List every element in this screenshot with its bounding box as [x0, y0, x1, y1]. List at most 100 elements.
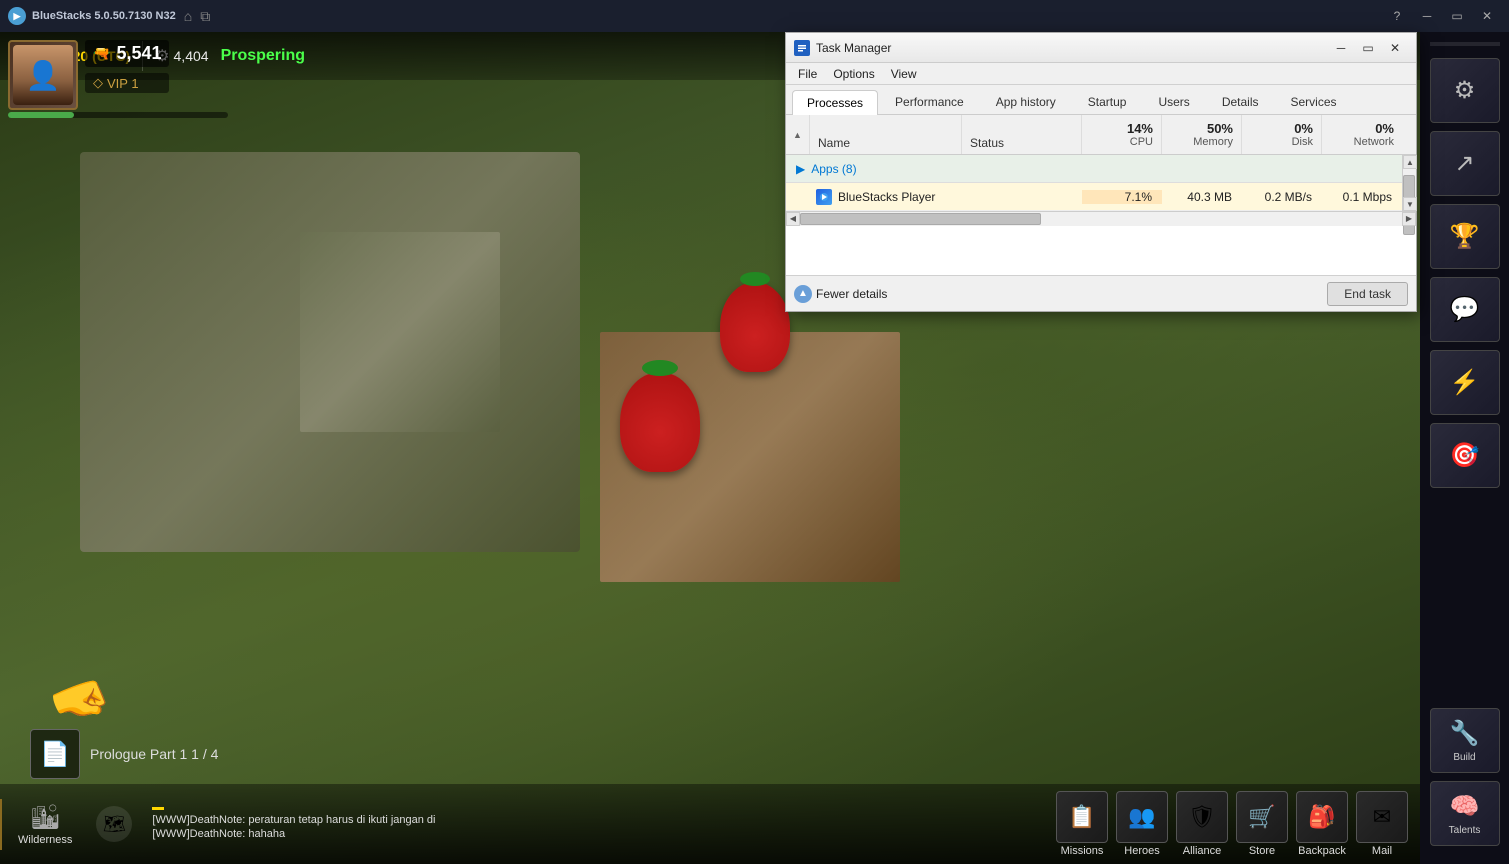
- help-button[interactable]: ?: [1383, 2, 1411, 30]
- backpack-label: Backpack: [1298, 845, 1346, 857]
- tab-app-history[interactable]: App history: [981, 89, 1071, 114]
- tm-vertical-scrollbar[interactable]: ▲ ▼: [1402, 155, 1416, 211]
- fewer-details-button[interactable]: ▲ Fewer details: [794, 285, 887, 303]
- tomato-marker-1: [720, 282, 790, 372]
- sidebar-trophy-button[interactable]: 🏆: [1430, 204, 1500, 269]
- tm-minimize-button[interactable]: ─: [1328, 37, 1354, 59]
- tm-footer: ▲ Fewer details End task: [786, 275, 1416, 311]
- chat-message-2: [WWW]DeathNote: hahaha: [152, 828, 1044, 840]
- vip-label: VIP 1: [107, 76, 139, 91]
- sidebar-chat-button[interactable]: 💬: [1430, 277, 1500, 342]
- map-button[interactable]: 🗺: [96, 806, 132, 842]
- h-scroll-right-button[interactable]: ▶: [1402, 212, 1416, 226]
- share-icon: ↗: [1454, 149, 1474, 178]
- maximize-button[interactable]: ▭: [1443, 2, 1471, 30]
- scroll-down-button[interactable]: ▼: [1403, 197, 1417, 211]
- process-memory-cell: 40.3 MB: [1162, 190, 1242, 204]
- process-cpu-cell: 7.1%: [1082, 190, 1162, 204]
- apps-label: Apps (8): [811, 162, 856, 176]
- bluestacks-title: BlueStacks 5.0.50.7130 N32: [32, 10, 176, 22]
- right-sidebar: ⚙ ↗ 🏆 💬 ⚡ 🎯 🔧 Build 🧠 Talents: [1420, 32, 1509, 864]
- h-scroll-thumb[interactable]: [800, 213, 1041, 225]
- player-avatar[interactable]: 👤: [8, 40, 78, 110]
- tm-menu-view[interactable]: View: [883, 63, 925, 84]
- store-icon: 🛒: [1236, 791, 1288, 843]
- backpack-icon: 🎒: [1296, 791, 1348, 843]
- prologue-note[interactable]: 📄 Prologue Part 1 1 / 4: [30, 729, 218, 779]
- copy-icon[interactable]: ⧉: [200, 8, 210, 25]
- col-memory-header[interactable]: 50%Memory: [1162, 115, 1242, 154]
- extra1-icon: ⚡: [1450, 368, 1480, 397]
- build-button[interactable]: 🔧 Build: [1430, 708, 1500, 773]
- tm-title-icon: [794, 40, 810, 56]
- missions-button[interactable]: 📋 Missions: [1056, 791, 1108, 857]
- heroes-icon: 👥: [1116, 791, 1168, 843]
- tm-titlebar: Task Manager ─ ▭ ✕: [786, 33, 1416, 63]
- tm-close-button[interactable]: ✕: [1382, 37, 1408, 59]
- apps-section-label: ▶ Apps (8): [786, 162, 962, 176]
- backpack-button[interactable]: 🎒 Backpack: [1296, 791, 1348, 857]
- tab-processes[interactable]: Processes: [792, 90, 878, 115]
- apps-expand-icon[interactable]: ▶: [796, 162, 805, 176]
- minimize-button[interactable]: ─: [1413, 2, 1441, 30]
- fewer-details-label: Fewer details: [816, 287, 887, 301]
- col-sort-arrow[interactable]: ▲: [786, 115, 810, 154]
- titlebar-icons: ⌂ ⧉: [184, 8, 210, 25]
- tm-table-header: ▲ Name Status 14%CPU 50%Memory 0%Disk 0%…: [786, 115, 1416, 155]
- bluestacks-logo-icon: ▶: [8, 7, 26, 25]
- tm-menu-options[interactable]: Options: [825, 63, 882, 84]
- col-status-header: Status: [962, 115, 1082, 154]
- tm-menu-file[interactable]: File: [790, 63, 825, 84]
- col-network-header[interactable]: 0%Network: [1322, 115, 1402, 154]
- tm-table-body: ▲ ▼ ▶ Apps (8): [786, 155, 1416, 211]
- tm-window-controls: ─ ▭ ✕: [1328, 37, 1408, 59]
- missions-label: Missions: [1061, 845, 1104, 857]
- scroll-up-button[interactable]: ▲: [1403, 155, 1417, 169]
- wilderness-label: Wilderness: [18, 834, 72, 846]
- close-button[interactable]: ✕: [1473, 2, 1501, 30]
- mail-label: Mail: [1372, 845, 1392, 857]
- talents-label: Talents: [1449, 825, 1481, 836]
- h-scroll-left-button[interactable]: ◀: [786, 212, 800, 226]
- window-controls: ? ─ ▭ ✕: [1383, 2, 1501, 30]
- bluestacks-app-icon: [816, 189, 832, 205]
- mail-button[interactable]: ✉ Mail: [1356, 791, 1408, 857]
- sidebar-divider-top: [1430, 42, 1500, 46]
- tm-tabbar: Processes Performance App history Startu…: [786, 85, 1416, 115]
- building-secondary: [300, 232, 500, 432]
- chat-area: [WWW]DeathNote: peraturan tetap harus di…: [140, 807, 1056, 842]
- tm-content: ▲ Name Status 14%CPU 50%Memory 0%Disk 0%…: [786, 115, 1416, 275]
- home-icon[interactable]: ⌂: [184, 8, 192, 24]
- sidebar-extra2-button[interactable]: 🎯: [1430, 423, 1500, 488]
- store-label: Store: [1249, 845, 1275, 857]
- alliance-button[interactable]: 🛡 Alliance: [1176, 791, 1228, 857]
- chat-icon: 💬: [1450, 295, 1480, 324]
- bottom-actions: 📋 Missions 👥 Heroes 🛡 Alliance 🛒 Store 🎒…: [1056, 791, 1420, 857]
- sidebar-extra1-button[interactable]: ⚡: [1430, 350, 1500, 415]
- trophy-icon: 🏆: [1450, 222, 1480, 251]
- store-button[interactable]: 🛒 Store: [1236, 791, 1288, 857]
- tab-performance[interactable]: Performance: [880, 89, 979, 114]
- tm-restore-button[interactable]: ▭: [1355, 37, 1381, 59]
- talents-button[interactable]: 🧠 Talents: [1430, 781, 1500, 846]
- wilderness-button[interactable]: 🏙 Wilderness: [0, 799, 88, 850]
- sidebar-settings-button[interactable]: ⚙: [1430, 58, 1500, 123]
- col-name-header[interactable]: Name: [810, 115, 962, 154]
- tab-startup[interactable]: Startup: [1073, 89, 1142, 114]
- heroes-button[interactable]: 👥 Heroes: [1116, 791, 1168, 857]
- sidebar-share-button[interactable]: ↗: [1430, 131, 1500, 196]
- end-task-button[interactable]: End task: [1327, 282, 1408, 306]
- bluestacks-logo: ▶ BlueStacks 5.0.50.7130 N32: [8, 7, 176, 25]
- chat-message-1: [WWW]DeathNote: peraturan tetap harus di…: [152, 814, 1044, 826]
- process-name-text: BlueStacks Player: [838, 190, 935, 204]
- tab-users[interactable]: Users: [1143, 89, 1204, 114]
- col-disk-header[interactable]: 0%Disk: [1242, 115, 1322, 154]
- apps-section-row: ▶ Apps (8): [786, 155, 1416, 183]
- tab-details[interactable]: Details: [1207, 89, 1274, 114]
- heroes-label: Heroes: [1124, 845, 1159, 857]
- wilderness-icon: 🏙: [30, 803, 60, 832]
- process-name-cell: BlueStacks Player: [786, 189, 962, 205]
- bluestacks-process-row[interactable]: BlueStacks Player 7.1% 40.3 MB 0.2 MB/s …: [786, 183, 1416, 211]
- col-cpu-header[interactable]: 14%CPU: [1082, 115, 1162, 154]
- tab-services[interactable]: Services: [1276, 89, 1352, 114]
